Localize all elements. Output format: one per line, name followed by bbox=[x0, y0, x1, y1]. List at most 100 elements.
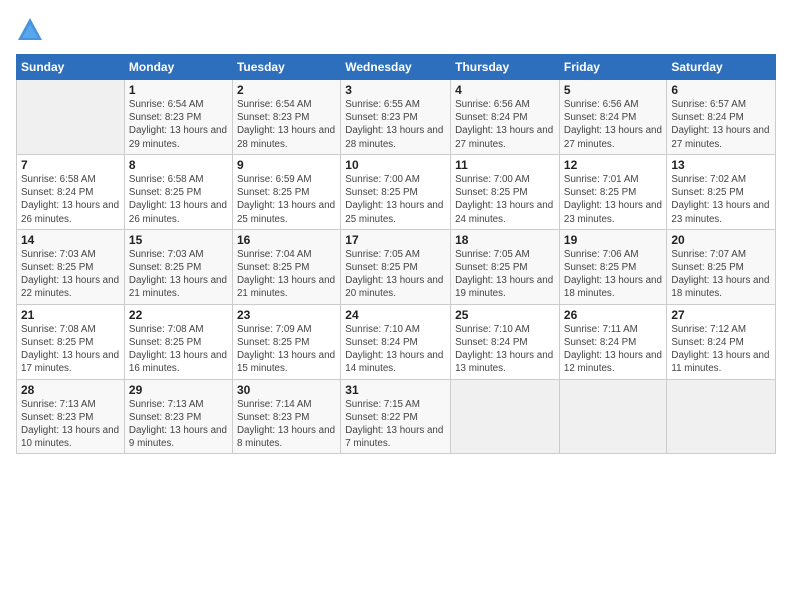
day-number: 17 bbox=[345, 233, 446, 247]
calendar-cell: 20Sunrise: 7:07 AM Sunset: 8:25 PM Dayli… bbox=[667, 229, 776, 304]
day-info: Sunrise: 7:12 AM Sunset: 8:24 PM Dayligh… bbox=[671, 323, 771, 376]
calendar-cell: 9Sunrise: 6:59 AM Sunset: 8:25 PM Daylig… bbox=[232, 154, 340, 229]
day-number: 16 bbox=[237, 233, 336, 247]
day-info: Sunrise: 7:07 AM Sunset: 8:25 PM Dayligh… bbox=[671, 248, 771, 301]
day-number: 6 bbox=[671, 83, 771, 97]
calendar-cell: 6Sunrise: 6:57 AM Sunset: 8:24 PM Daylig… bbox=[667, 80, 776, 155]
day-info: Sunrise: 7:10 AM Sunset: 8:24 PM Dayligh… bbox=[345, 323, 446, 376]
calendar-cell: 13Sunrise: 7:02 AM Sunset: 8:25 PM Dayli… bbox=[667, 154, 776, 229]
day-info: Sunrise: 7:08 AM Sunset: 8:25 PM Dayligh… bbox=[21, 323, 120, 376]
calendar-cell bbox=[17, 80, 125, 155]
day-number: 15 bbox=[129, 233, 228, 247]
calendar-cell: 18Sunrise: 7:05 AM Sunset: 8:25 PM Dayli… bbox=[451, 229, 560, 304]
day-number: 11 bbox=[455, 158, 555, 172]
calendar-cell: 27Sunrise: 7:12 AM Sunset: 8:24 PM Dayli… bbox=[667, 304, 776, 379]
calendar-cell: 17Sunrise: 7:05 AM Sunset: 8:25 PM Dayli… bbox=[341, 229, 451, 304]
calendar-week-row: 7Sunrise: 6:58 AM Sunset: 8:24 PM Daylig… bbox=[17, 154, 776, 229]
day-number: 28 bbox=[21, 383, 120, 397]
weekday-header-tuesday: Tuesday bbox=[232, 55, 340, 80]
day-number: 8 bbox=[129, 158, 228, 172]
weekday-header-friday: Friday bbox=[559, 55, 666, 80]
calendar-cell: 14Sunrise: 7:03 AM Sunset: 8:25 PM Dayli… bbox=[17, 229, 125, 304]
day-number: 25 bbox=[455, 308, 555, 322]
weekday-header-wednesday: Wednesday bbox=[341, 55, 451, 80]
day-number: 31 bbox=[345, 383, 446, 397]
calendar-week-row: 21Sunrise: 7:08 AM Sunset: 8:25 PM Dayli… bbox=[17, 304, 776, 379]
calendar-cell bbox=[667, 379, 776, 454]
day-number: 24 bbox=[345, 308, 446, 322]
calendar-cell: 31Sunrise: 7:15 AM Sunset: 8:22 PM Dayli… bbox=[341, 379, 451, 454]
day-info: Sunrise: 6:54 AM Sunset: 8:23 PM Dayligh… bbox=[237, 98, 336, 151]
day-number: 5 bbox=[564, 83, 662, 97]
calendar-cell: 21Sunrise: 7:08 AM Sunset: 8:25 PM Dayli… bbox=[17, 304, 125, 379]
day-number: 29 bbox=[129, 383, 228, 397]
calendar-cell: 23Sunrise: 7:09 AM Sunset: 8:25 PM Dayli… bbox=[232, 304, 340, 379]
day-info: Sunrise: 7:13 AM Sunset: 8:23 PM Dayligh… bbox=[129, 398, 228, 451]
calendar-cell: 30Sunrise: 7:14 AM Sunset: 8:23 PM Dayli… bbox=[232, 379, 340, 454]
day-number: 22 bbox=[129, 308, 228, 322]
calendar-cell: 10Sunrise: 7:00 AM Sunset: 8:25 PM Dayli… bbox=[341, 154, 451, 229]
weekday-header-monday: Monday bbox=[124, 55, 232, 80]
calendar-cell: 8Sunrise: 6:58 AM Sunset: 8:25 PM Daylig… bbox=[124, 154, 232, 229]
calendar-cell: 24Sunrise: 7:10 AM Sunset: 8:24 PM Dayli… bbox=[341, 304, 451, 379]
day-info: Sunrise: 6:58 AM Sunset: 8:24 PM Dayligh… bbox=[21, 173, 120, 226]
day-info: Sunrise: 7:01 AM Sunset: 8:25 PM Dayligh… bbox=[564, 173, 662, 226]
calendar-cell: 1Sunrise: 6:54 AM Sunset: 8:23 PM Daylig… bbox=[124, 80, 232, 155]
day-info: Sunrise: 6:56 AM Sunset: 8:24 PM Dayligh… bbox=[455, 98, 555, 151]
calendar-cell: 3Sunrise: 6:55 AM Sunset: 8:23 PM Daylig… bbox=[341, 80, 451, 155]
day-number: 13 bbox=[671, 158, 771, 172]
day-info: Sunrise: 6:57 AM Sunset: 8:24 PM Dayligh… bbox=[671, 98, 771, 151]
day-number: 9 bbox=[237, 158, 336, 172]
day-number: 26 bbox=[564, 308, 662, 322]
calendar-cell: 22Sunrise: 7:08 AM Sunset: 8:25 PM Dayli… bbox=[124, 304, 232, 379]
weekday-header-thursday: Thursday bbox=[451, 55, 560, 80]
day-number: 20 bbox=[671, 233, 771, 247]
day-info: Sunrise: 7:04 AM Sunset: 8:25 PM Dayligh… bbox=[237, 248, 336, 301]
day-info: Sunrise: 7:03 AM Sunset: 8:25 PM Dayligh… bbox=[129, 248, 228, 301]
day-number: 3 bbox=[345, 83, 446, 97]
day-number: 18 bbox=[455, 233, 555, 247]
logo-icon bbox=[16, 16, 44, 44]
calendar-cell: 7Sunrise: 6:58 AM Sunset: 8:24 PM Daylig… bbox=[17, 154, 125, 229]
day-info: Sunrise: 7:14 AM Sunset: 8:23 PM Dayligh… bbox=[237, 398, 336, 451]
day-info: Sunrise: 7:03 AM Sunset: 8:25 PM Dayligh… bbox=[21, 248, 120, 301]
calendar-cell: 5Sunrise: 6:56 AM Sunset: 8:24 PM Daylig… bbox=[559, 80, 666, 155]
day-number: 7 bbox=[21, 158, 120, 172]
day-number: 21 bbox=[21, 308, 120, 322]
calendar-cell: 29Sunrise: 7:13 AM Sunset: 8:23 PM Dayli… bbox=[124, 379, 232, 454]
calendar-cell bbox=[451, 379, 560, 454]
day-info: Sunrise: 7:06 AM Sunset: 8:25 PM Dayligh… bbox=[564, 248, 662, 301]
day-info: Sunrise: 6:59 AM Sunset: 8:25 PM Dayligh… bbox=[237, 173, 336, 226]
page-header bbox=[16, 16, 776, 44]
calendar-cell: 16Sunrise: 7:04 AM Sunset: 8:25 PM Dayli… bbox=[232, 229, 340, 304]
calendar-week-row: 28 Sunrise: 7:13 AM Sunset: 8:23 PM Dayli… bbox=[17, 379, 776, 454]
day-info: Sunrise: 7:08 AM Sunset: 8:25 PM Dayligh… bbox=[129, 323, 228, 376]
calendar-cell bbox=[559, 379, 666, 454]
logo bbox=[16, 16, 48, 44]
weekday-header-row: SundayMondayTuesdayWednesdayThursdayFrid… bbox=[17, 55, 776, 80]
day-number: 23 bbox=[237, 308, 336, 322]
day-number: 12 bbox=[564, 158, 662, 172]
calendar-week-row: 1Sunrise: 6:54 AM Sunset: 8:23 PM Daylig… bbox=[17, 80, 776, 155]
day-number: 4 bbox=[455, 83, 555, 97]
day-info: Sunrise: 6:58 AM Sunset: 8:25 PM Dayligh… bbox=[129, 173, 228, 226]
day-info: Sunrise: 7:05 AM Sunset: 8:25 PM Dayligh… bbox=[455, 248, 555, 301]
calendar-page: SundayMondayTuesdayWednesdayThursdayFrid… bbox=[0, 0, 792, 612]
calendar-cell: 4Sunrise: 6:56 AM Sunset: 8:24 PM Daylig… bbox=[451, 80, 560, 155]
day-number: 30 bbox=[237, 383, 336, 397]
calendar-cell: 11Sunrise: 7:00 AM Sunset: 8:25 PM Dayli… bbox=[451, 154, 560, 229]
weekday-header-sunday: Sunday bbox=[17, 55, 125, 80]
calendar-cell: 19Sunrise: 7:06 AM Sunset: 8:25 PM Dayli… bbox=[559, 229, 666, 304]
day-info: Sunrise: 7:00 AM Sunset: 8:25 PM Dayligh… bbox=[345, 173, 446, 226]
calendar-cell: 26Sunrise: 7:11 AM Sunset: 8:24 PM Dayli… bbox=[559, 304, 666, 379]
day-info: Sunrise: 6:54 AM Sunset: 8:23 PM Dayligh… bbox=[129, 98, 228, 151]
day-info: Sunrise: 7:05 AM Sunset: 8:25 PM Dayligh… bbox=[345, 248, 446, 301]
calendar-cell: 28Sunrise: 7:13 AM Sunset: 8:23 PM Dayli… bbox=[17, 379, 125, 454]
calendar-cell: 2Sunrise: 6:54 AM Sunset: 8:23 PM Daylig… bbox=[232, 80, 340, 155]
day-info: Sunrise: 7:15 AM Sunset: 8:22 PM Dayligh… bbox=[345, 398, 446, 451]
day-info: Sunrise: 7:00 AM Sunset: 8:25 PM Dayligh… bbox=[455, 173, 555, 226]
calendar-table: SundayMondayTuesdayWednesdayThursdayFrid… bbox=[16, 54, 776, 454]
day-number: 1 bbox=[129, 83, 228, 97]
day-number: 2 bbox=[237, 83, 336, 97]
day-number: 27 bbox=[671, 308, 771, 322]
